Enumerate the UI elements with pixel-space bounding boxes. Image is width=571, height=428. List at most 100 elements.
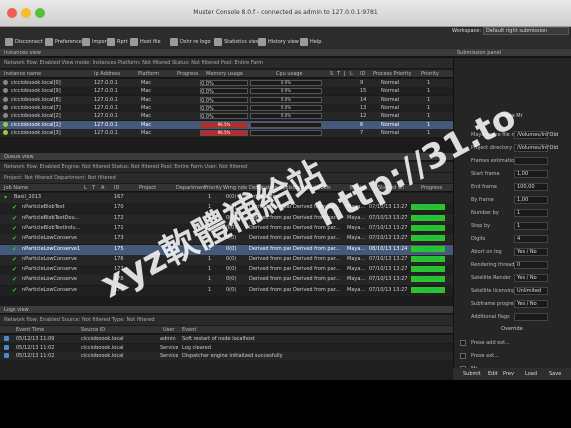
report-button[interactable]: Rprt: [107, 37, 128, 47]
submission-field-input[interactable]: [514, 157, 548, 165]
submission-field-input[interactable]: 100,00: [514, 183, 548, 191]
instance-row[interactable]: ciccioboook.local[2] 127.0.0.1 Mac 0.0% 0.0%…: [0, 112, 453, 121]
job-row[interactable]: ✔ nParticleLowConserve 179 1 0(0) Derived fro…: [0, 285, 453, 296]
workspace-select[interactable]: Default right submission: [483, 27, 569, 35]
queue-filter-bar[interactable]: Network flow: Enabled Engine: Not filter…: [0, 162, 453, 172]
log-row[interactable]: 05/12/13 11:09 ciccioboook.local admin Soft…: [0, 335, 453, 343]
job-row[interactable]: ✔ nParticleLowConserve1 175 1 0(0) Derived fr…: [0, 244, 453, 255]
queue-project-filter[interactable]: Project: Not filtered Department: Not fi…: [0, 173, 453, 183]
job-row[interactable]: ✔ nParticleLowConserve 176 1 0(0) Derived fro…: [0, 254, 453, 265]
col-job-id[interactable]: ID: [114, 185, 119, 191]
save-button[interactable]: Save: [549, 371, 561, 377]
job-row[interactable]: ✔ nParticleBlobTestIndu... 171 1 0(0) Derived…: [0, 223, 453, 234]
instance-row[interactable]: ciccioboook.local[3] 127.0.0.1 Mac 96.5% 7 No…: [0, 128, 453, 137]
instance-platform: Mac: [141, 129, 152, 136]
col-user[interactable]: User: [163, 327, 174, 333]
submission-field-input[interactable]: Unlimited: [514, 287, 548, 295]
logo-button[interactable]: Dshr re logo: [170, 37, 211, 47]
prev-button[interactable]: Prev: [503, 371, 514, 377]
submission-field-input[interactable]: [514, 313, 548, 321]
instance-priority: 1: [427, 80, 431, 86]
import-button[interactable]: Import: [82, 37, 109, 47]
job-dest-pools: Derived from par...: [249, 245, 291, 252]
logs-filter-bar[interactable]: Network flow: Enabled Source: Not filter…: [0, 315, 453, 325]
disconnect-button[interactable]: Disconnect: [5, 37, 43, 47]
col-project[interactable]: Project: [139, 185, 156, 191]
job-warnings: 0(0): [226, 224, 237, 231]
edit-button[interactable]: Edit: [488, 371, 498, 377]
instance-ip: 127.0.0.1: [94, 121, 118, 128]
log-row[interactable]: 05/12/13 11:02 ciccioboook.local Service Lo…: [0, 343, 453, 352]
instance-process-priority: Normal: [381, 104, 400, 111]
col-warnings[interactable]: Wrng nde: [223, 185, 247, 191]
col-event[interactable]: Event: [182, 327, 196, 333]
cpu-usage-bar: 0.0%: [250, 113, 322, 120]
override-checkbox[interactable]: [460, 340, 466, 346]
col-job-priority[interactable]: Priority: [204, 185, 222, 191]
hostfile-button[interactable]: Host file: [130, 37, 161, 47]
history-view-button[interactable]: History view: [258, 37, 299, 47]
col-dest-pools[interactable]: Destination pools: [249, 185, 293, 191]
col-engine[interactable]: Engine: [350, 185, 367, 191]
col-l[interactable]: L: [350, 71, 353, 77]
job-row[interactable]: ✔ nParticleLowConserve 178 1 0(0) Derived fro…: [0, 275, 453, 286]
col-job-a[interactable]: A: [101, 185, 104, 191]
col-job-l[interactable]: L: [84, 185, 87, 191]
col-id[interactable]: ID: [360, 71, 365, 77]
col-event-time[interactable]: Event Time: [16, 327, 44, 333]
instance-row[interactable]: ciccioboook.local[8] 127.0.0.1 Mac 0.0% 0.0%…: [0, 95, 453, 104]
col-started[interactable]: Started on: [378, 185, 404, 191]
instance-process-priority: Normal: [381, 121, 400, 128]
col-process-priority[interactable]: Process Priority: [373, 71, 411, 77]
instance-row[interactable]: ciccioboook.local[9] 127.0.0.1 Mac 0.0% 0.0%…: [0, 87, 453, 96]
submit-button[interactable]: Submit: [463, 371, 481, 377]
col-job-name[interactable]: Job Name: [4, 185, 28, 191]
job-row[interactable]: ✔ nParticleBlobTestDou... 172 1 0(0) Derived …: [0, 213, 453, 224]
col-priority[interactable]: Priority: [421, 71, 439, 77]
submission-field-label: Frames estimation: [471, 158, 518, 164]
job-id: 172: [114, 214, 124, 221]
job-row[interactable]: ▾ Basil_2013 167 1 0(0) Entire Farm: [0, 193, 453, 203]
submission-field-input[interactable]: 1,00: [514, 196, 548, 204]
job-row[interactable]: ✔ nParticleLowConserve 177 1 0(0) Derived fro…: [0, 265, 453, 276]
cpu-usage-bar: 0.0%: [250, 88, 322, 95]
col-job-t[interactable]: T: [92, 185, 95, 191]
job-row[interactable]: ✔ nParticleLowConserve 173 1 0(0) Derived fro…: [0, 234, 453, 245]
submission-field-input[interactable]: 0: [514, 261, 548, 269]
help-button[interactable]: Help: [300, 37, 321, 47]
col-j[interactable]: J: [344, 71, 345, 77]
col-excl-pools[interactable]: Excluded pools: [293, 185, 331, 191]
col-progress[interactable]: Progress: [177, 71, 198, 77]
instances-filter-bar[interactable]: Network flow: Enabled View mode: Instanc…: [0, 58, 453, 68]
col-platform[interactable]: Platform: [138, 71, 159, 77]
job-row[interactable]: ✔ nParticleBlobTest 170 1 0(0) Derived from p…: [0, 203, 453, 214]
col-s[interactable]: S: [330, 71, 333, 77]
instance-row[interactable]: ciccioboook.local[7] 127.0.0.1 Mac 0.0% 0.0%…: [0, 103, 453, 112]
submission-field-input[interactable]: Yes / No: [514, 248, 548, 256]
submission-field-input[interactable]: 1,00: [514, 170, 548, 178]
col-cpu[interactable]: Cpu usage: [276, 71, 303, 77]
submission-field-input[interactable]: Yes / No: [514, 300, 548, 308]
col-department[interactable]: Department: [176, 185, 206, 191]
col-source-id[interactable]: Source ID: [81, 327, 105, 333]
statistics-view-button[interactable]: Statistics view: [214, 37, 260, 47]
log-source: ciccioboook.local: [81, 344, 124, 351]
instance-row[interactable]: ciccioboook.local[1] 127.0.0.1 Mac 96.5% 6 No…: [0, 120, 453, 129]
log-row[interactable]: 05/12/13 11:02 ciccioboook.local Service Di…: [0, 352, 453, 360]
load-button[interactable]: Load: [525, 371, 537, 377]
submission-field-input[interactable]: 4: [514, 235, 548, 243]
col-memory[interactable]: Memory usage: [206, 71, 243, 77]
instance-row[interactable]: ciccioboook.local[0] 127.0.0.1 Mac 0.0% 0.0%…: [0, 79, 453, 87]
submission-field-input[interactable]: 1: [514, 222, 548, 230]
col-t[interactable]: T: [337, 71, 340, 77]
col-job-progress[interactable]: Progress: [421, 185, 442, 191]
override-checkbox[interactable]: [460, 353, 466, 359]
submission-field-input[interactable]: /Volumes/Int'Old: [514, 131, 558, 139]
preferences-button[interactable]: Preferences: [45, 37, 84, 47]
instance-platform: Mac: [141, 104, 152, 111]
col-instance-name[interactable]: Instance name: [4, 71, 41, 77]
submission-field-input[interactable]: Yes / No: [514, 274, 548, 282]
submission-field-input[interactable]: 1: [514, 209, 548, 217]
submission-field-input[interactable]: /Volumes/Int'Old: [514, 144, 558, 152]
col-ip[interactable]: Ip Address: [94, 71, 120, 77]
